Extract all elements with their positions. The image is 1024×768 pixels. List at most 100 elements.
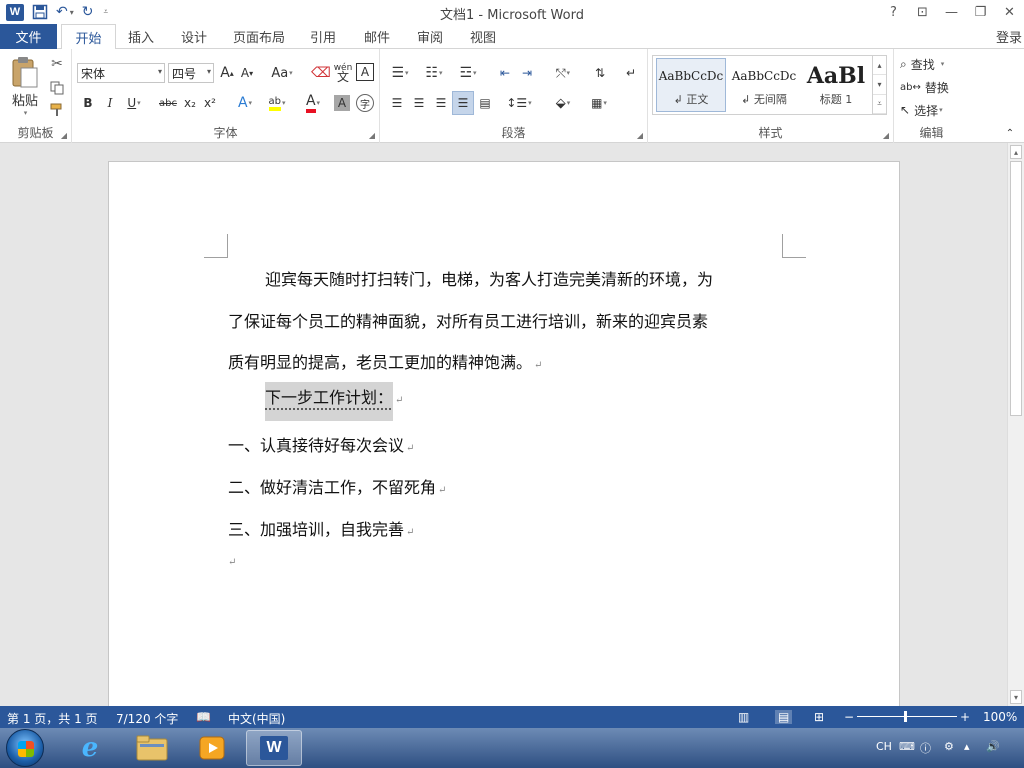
font-color-button[interactable]: A ▾: [298, 93, 328, 113]
distributed-button[interactable]: ▤: [476, 93, 494, 113]
ribbon-display-button[interactable]: ⊡: [908, 0, 937, 24]
style-normal[interactable]: AaBbCcDc ↲ 正文: [656, 58, 726, 112]
highlight-button[interactable]: ab ▾: [262, 93, 292, 113]
start-button[interactable]: [6, 729, 44, 767]
align-center-button[interactable]: ☰: [410, 93, 428, 113]
word-taskbar-button[interactable]: W: [246, 730, 302, 766]
phonetic-guide-button[interactable]: wén 文: [332, 61, 354, 85]
multilevel-list-button[interactable]: ☲ ▾: [454, 63, 482, 83]
paste-button[interactable]: 粘贴 ▾: [6, 55, 44, 117]
collapse-ribbon-icon[interactable]: ⌃: [1003, 127, 1017, 139]
document-page[interactable]: 迎宾每天随时打扫转门，电梯，为客人打造完美清新的环境，为 了保证每个员工的精神面…: [108, 161, 900, 706]
tab-file[interactable]: 文件: [0, 24, 57, 49]
zoom-level[interactable]: 100%: [983, 710, 1017, 724]
tab-page-layout[interactable]: 页面布局: [226, 24, 292, 49]
line-text: 二、做好清洁工作，不留死角: [228, 478, 437, 497]
tab-home[interactable]: 开始: [61, 24, 116, 50]
show-formatting-marks-button[interactable]: ↵: [622, 63, 640, 83]
tab-view[interactable]: 视图: [460, 24, 506, 49]
zoom-out-button[interactable]: −: [844, 710, 854, 724]
eraser-icon: ⌫: [311, 65, 331, 81]
decrease-indent-button[interactable]: ⇤: [496, 63, 514, 83]
tab-design[interactable]: 设计: [171, 24, 217, 49]
shading-button[interactable]: ⬙ ▾: [548, 93, 578, 113]
change-case-button[interactable]: Aa ▾: [268, 63, 296, 83]
font-size-value: 四号: [172, 66, 197, 81]
font-name-combo[interactable]: 宋体 ▾: [77, 63, 165, 83]
paragraph-launcher-icon[interactable]: ◢: [637, 131, 643, 140]
volume-icon[interactable]: 🔊: [986, 740, 1000, 753]
character-shading-button[interactable]: A: [334, 95, 350, 111]
more-icon[interactable]: ⩡: [873, 95, 886, 114]
word-count[interactable]: 7/120 个字: [116, 710, 178, 727]
chevron-down-icon: ▾: [316, 99, 321, 107]
chevron-up-icon[interactable]: ▴: [873, 56, 886, 76]
page-count[interactable]: 第 1 页，共 1 页: [7, 710, 98, 727]
numbering-button[interactable]: ☷ ▾: [420, 63, 448, 83]
help-tray-icon[interactable]: ⓘ: [920, 740, 931, 756]
find-button[interactable]: ⌕ 查找 ▾: [900, 55, 966, 73]
web-layout-icon[interactable]: ⊞: [814, 710, 824, 724]
format-painter-button[interactable]: [48, 101, 66, 119]
text-direction-button[interactable]: ⤲ ▾: [548, 63, 578, 83]
font-size-combo[interactable]: 四号 ▾: [168, 63, 214, 83]
align-left-button[interactable]: ☰: [388, 93, 406, 113]
chevron-down-icon[interactable]: ▾: [873, 75, 886, 95]
style-heading-1[interactable]: AaBl 标题 1: [801, 58, 871, 112]
bold-button[interactable]: B: [80, 93, 96, 113]
help-button[interactable]: ?: [879, 0, 908, 24]
select-button[interactable]: ↖ 选择 ▾: [900, 101, 966, 119]
underline-button[interactable]: U ▾: [122, 93, 146, 113]
explorer-taskbar-button[interactable]: [124, 730, 180, 766]
proofing-icon[interactable]: 📖: [196, 710, 211, 724]
tab-references[interactable]: 引用: [300, 24, 346, 49]
minimize-button[interactable]: —: [937, 0, 966, 24]
superscript-button[interactable]: x²: [202, 93, 218, 113]
increase-indent-button[interactable]: ⇥: [518, 63, 536, 83]
sort-button[interactable]: ⇅: [590, 63, 610, 83]
scroll-up-icon[interactable]: ▴: [1010, 145, 1022, 159]
ime-settings-icon[interactable]: ⚙: [944, 740, 954, 753]
tab-insert[interactable]: 插入: [118, 24, 164, 49]
clipboard-launcher-icon[interactable]: ◢: [61, 131, 67, 140]
show-hidden-icons-icon[interactable]: ▴: [964, 740, 970, 753]
align-right-button[interactable]: ☰: [432, 93, 450, 113]
font-launcher-icon[interactable]: ◢: [369, 131, 375, 140]
read-mode-icon[interactable]: ▥: [738, 710, 749, 724]
language-indicator[interactable]: 中文(中国): [228, 710, 285, 727]
tab-mailings[interactable]: 邮件: [354, 24, 400, 49]
clear-formatting-button[interactable]: ⌫: [311, 63, 331, 83]
bullets-button[interactable]: ☰ ▾: [386, 63, 414, 83]
shrink-font-button[interactable]: A ▾: [238, 63, 256, 83]
sign-in-link[interactable]: 登录: [996, 27, 1022, 46]
vertical-scrollbar[interactable]: ▴ ▾: [1007, 143, 1024, 706]
replace-button[interactable]: ab↔ 替换: [900, 78, 966, 96]
justify-button[interactable]: ☰: [452, 91, 474, 115]
enclose-characters-button[interactable]: 字: [356, 94, 374, 112]
cut-button[interactable]: ✂: [48, 55, 66, 73]
subscript-button[interactable]: x₂: [182, 93, 198, 113]
italic-button[interactable]: I: [102, 93, 118, 113]
print-layout-icon[interactable]: ▤: [775, 710, 793, 724]
zoom-slider-thumb[interactable]: [904, 711, 907, 722]
ime-indicator[interactable]: CH: [876, 740, 892, 753]
text-effects-button[interactable]: A ▾: [232, 93, 258, 113]
styles-launcher-icon[interactable]: ◢: [883, 131, 889, 140]
copy-button[interactable]: [48, 79, 66, 97]
close-button[interactable]: ✕: [995, 0, 1024, 24]
zoom-in-button[interactable]: +: [960, 710, 970, 724]
character-border-button[interactable]: A: [356, 63, 374, 81]
ie-taskbar-button[interactable]: e: [62, 730, 118, 766]
keyboard-icon[interactable]: ⌨: [899, 740, 915, 753]
tab-review[interactable]: 审阅: [407, 24, 453, 49]
borders-button[interactable]: ▦ ▾: [584, 93, 614, 113]
scroll-thumb[interactable]: [1010, 161, 1022, 416]
strikethrough-button[interactable]: abc: [156, 93, 180, 113]
zoom-slider[interactable]: [857, 716, 957, 717]
line-spacing-button[interactable]: ↕☰ ▾: [504, 93, 534, 113]
style-no-spacing[interactable]: AaBbCcDc ↲ 无间隔: [729, 58, 799, 112]
restore-button[interactable]: ❐: [966, 0, 995, 24]
grow-font-button[interactable]: A ▴: [218, 63, 236, 83]
scroll-down-icon[interactable]: ▾: [1010, 690, 1022, 704]
media-player-taskbar-button[interactable]: [184, 730, 240, 766]
